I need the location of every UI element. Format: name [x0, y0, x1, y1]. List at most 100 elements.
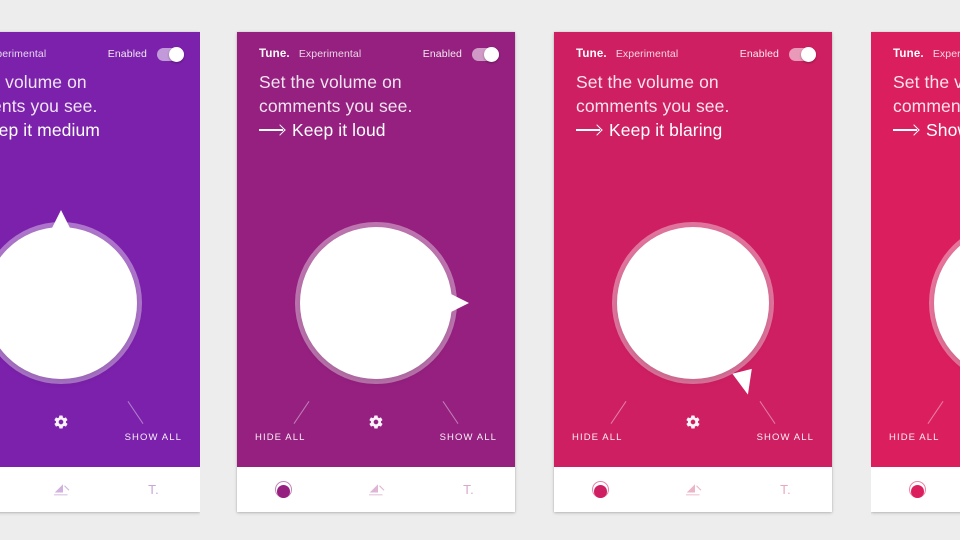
comment-bubble[interactable]: [929, 222, 960, 384]
nav-item-mute[interactable]: [330, 467, 423, 512]
setting-line: Show: [893, 118, 960, 142]
bubble-tail-down-right: [732, 368, 758, 398]
experimental-badge: Experim: [932, 48, 960, 60]
comment-bubble[interactable]: [295, 222, 469, 384]
headline-line-2: comments you see.: [0, 96, 98, 116]
gear-icon[interactable]: [53, 414, 69, 430]
show-all-button[interactable]: SHOW ALL: [757, 432, 814, 443]
experimental-badge: Experimental: [0, 48, 47, 60]
toggle-knob: [484, 46, 499, 62]
headline-line-2: comments you see.: [893, 96, 960, 116]
enabled-toggle[interactable]: [157, 46, 184, 62]
headline-line-1: Set the volume on: [259, 72, 402, 92]
volume-dial-area[interactable]: [871, 217, 960, 397]
volume-dial-area[interactable]: [237, 217, 515, 397]
bubble-tail-up: [50, 210, 72, 232]
text-tone-icon: T.: [780, 482, 792, 497]
comment-bubble-icon: [274, 481, 292, 498]
dial-controls: HIDE ALL SHOW ALL: [871, 397, 960, 467]
hide-all-button[interactable]: HIDE ALL: [889, 432, 940, 443]
show-all-button[interactable]: SHOW ALL: [125, 432, 182, 443]
toggle-knob: [801, 46, 816, 62]
brand-logo: Tune.: [893, 48, 924, 60]
nav-item-text[interactable]: T.: [107, 467, 200, 512]
headline-line-2: comments you see.: [259, 96, 413, 116]
headline-line-1: Set the volume on: [893, 72, 960, 92]
nav-item-comments[interactable]: [0, 467, 15, 512]
app-screen-blaring: Tune. Experimental Enabled Set the volum…: [554, 32, 832, 467]
dial-tick-right: [442, 401, 459, 424]
mute-volume-icon: [368, 484, 384, 496]
comment-bubble[interactable]: [0, 210, 142, 384]
nav-item-text[interactable]: T.: [739, 467, 832, 512]
experimental-badge: Experimental: [615, 48, 679, 60]
enabled-label: Enabled: [739, 48, 779, 60]
bubble-disc: [617, 227, 769, 379]
dial-tick-left: [610, 401, 627, 424]
volume-dial-area[interactable]: [554, 217, 832, 398]
setting-value: Keep it loud: [292, 120, 386, 140]
panel-show-clip: Tune. Experim Enabled Set the volume on …: [871, 0, 960, 540]
nav-item-mute[interactable]: [647, 467, 740, 512]
headline-line-1: Set the volume on: [0, 72, 87, 92]
headline-line-2: comments you see.: [576, 96, 730, 116]
enabled-label: Enabled: [422, 48, 462, 60]
nav-item-comments[interactable]: [237, 467, 330, 512]
hide-all-button[interactable]: HIDE ALL: [572, 432, 623, 443]
panel-medium-clip: Tune. Experimental Enabled Set the volum…: [0, 0, 200, 540]
headline-block: Set the volume on comments you see. Keep…: [0, 70, 186, 142]
show-all-button[interactable]: SHOW ALL: [440, 432, 497, 443]
enabled-label: Enabled: [107, 48, 147, 60]
dial-tick-left: [293, 401, 310, 424]
bottom-nav: T.: [554, 467, 832, 512]
gear-icon[interactable]: [368, 414, 384, 430]
enabled-toggle-group[interactable]: Enabled: [422, 46, 499, 62]
headline-block: Set the volume on comments you see. Show: [893, 70, 960, 142]
setting-line: Keep it loud: [259, 118, 501, 142]
mute-volume-icon: [685, 484, 701, 496]
phone-card-show: Tune. Experim Enabled Set the volume on …: [871, 32, 960, 512]
brand-logo: Tune.: [259, 48, 290, 60]
phone-card-medium: Tune. Experimental Enabled Set the volum…: [0, 32, 200, 512]
app-header: Tune. Experim Enabled: [893, 45, 960, 63]
bubble-disc: [934, 227, 960, 379]
app-header: Tune. Experimental Enabled: [576, 45, 816, 63]
screenshot-canvas: Tune. Experimental Enabled Set the volum…: [0, 0, 960, 540]
headline-line-1: Set the volume on: [576, 72, 719, 92]
setting-line: Keep it medium: [0, 118, 186, 142]
enabled-toggle[interactable]: [789, 46, 816, 62]
bottom-nav: T.: [0, 467, 200, 512]
app-screen-show: Tune. Experim Enabled Set the volume on …: [871, 32, 960, 467]
bottom-nav: T.: [871, 467, 960, 512]
nav-item-comments[interactable]: [871, 467, 960, 512]
enabled-toggle-group[interactable]: Enabled: [107, 46, 184, 62]
dial-controls: HIDE ALL SHOW ALL: [0, 397, 200, 467]
dial-tick-right: [759, 401, 776, 424]
enabled-toggle-group[interactable]: Enabled: [739, 46, 816, 62]
comment-bubble[interactable]: [612, 222, 774, 398]
phone-card-loud: Tune. Experimental Enabled Set the volum…: [237, 32, 515, 512]
text-tone-icon: T.: [148, 482, 160, 497]
dial-tick-left: [927, 401, 944, 424]
arrow-right-icon: [576, 129, 600, 131]
app-header: Tune. Experimental Enabled: [259, 45, 499, 63]
hide-all-button[interactable]: HIDE ALL: [255, 432, 306, 443]
text-tone-icon: T.: [463, 482, 475, 497]
setting-line: Keep it blaring: [576, 118, 818, 142]
dial-tick-right: [127, 401, 144, 424]
nav-item-comments[interactable]: [554, 467, 647, 512]
volume-dial-area[interactable]: [0, 210, 200, 397]
app-screen-loud: Tune. Experimental Enabled Set the volum…: [237, 32, 515, 467]
comment-bubble-icon: [591, 481, 609, 498]
setting-value: Keep it blaring: [609, 120, 723, 140]
arrow-right-icon: [259, 129, 283, 131]
setting-value: Keep it medium: [0, 120, 100, 140]
enabled-toggle[interactable]: [472, 46, 499, 62]
bottom-nav: T.: [237, 467, 515, 512]
nav-item-text[interactable]: T.: [422, 467, 515, 512]
brand-logo: Tune.: [576, 48, 607, 60]
dial-controls: HIDE ALL SHOW ALL: [237, 397, 515, 467]
nav-item-mute[interactable]: [15, 467, 108, 512]
gear-icon[interactable]: [685, 414, 701, 430]
bubble-disc: [300, 227, 452, 379]
